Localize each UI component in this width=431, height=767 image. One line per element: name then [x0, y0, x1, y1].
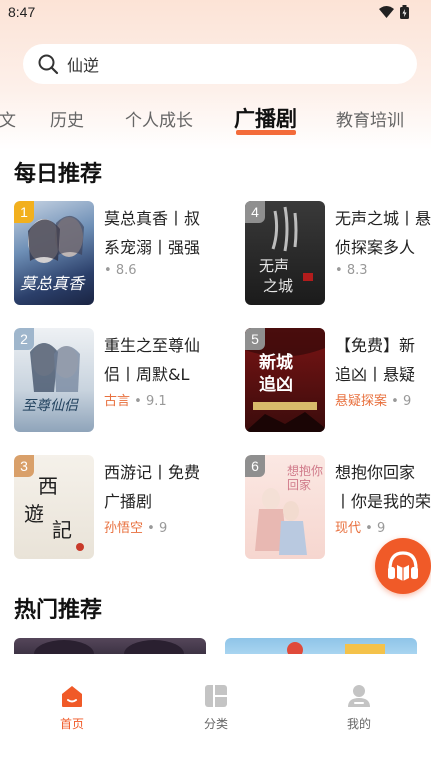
book-cover: 新城 追凶 5 [245, 328, 325, 432]
nav-home[interactable]: 首页 [42, 683, 102, 732]
rank-badge: 3 [14, 455, 34, 477]
hot-section-title: 热门推荐 [14, 598, 103, 623]
book-meta: • 8.6 [104, 263, 137, 278]
headphones-icon [388, 551, 418, 581]
book-rating: 9 [402, 394, 412, 409]
category-tabs: 文 历史 个人成长 广播剧 教育培训 [0, 100, 431, 140]
svg-text:莫总真香: 莫总真香 [20, 274, 86, 293]
svg-text:无声: 无声 [259, 257, 289, 275]
home-icon [62, 686, 82, 707]
book-cover: 至尊仙侣 2 [14, 328, 94, 432]
book-meta: 孙悟空 • 9 [104, 521, 168, 536]
battery-icon [400, 5, 409, 19]
book-tag: 现代 [335, 521, 362, 536]
book-card[interactable]: 至尊仙侣 2 重生之至尊仙 侣丨周默&L 古言 • 9.1 [14, 328, 224, 432]
svg-text:記: 記 [52, 518, 72, 542]
book-rating: 9 [158, 521, 168, 536]
svg-text:新城: 新城 [259, 352, 293, 373]
search-query: 仙逆 [67, 56, 100, 75]
svg-text:遊: 遊 [24, 502, 44, 526]
book-cover: 西 遊 記 3 [14, 455, 94, 559]
rank-badge: 1 [14, 201, 34, 223]
rank-badge: 6 [245, 455, 265, 477]
category-icon [205, 685, 227, 707]
nav-profile[interactable]: 我的 [329, 683, 389, 732]
book-title: 无声之城丨悬 侦探案多人 [335, 209, 431, 257]
tab-education[interactable]: 教育培训 [336, 106, 404, 131]
tab-radio-drama[interactable]: 广播剧 [234, 103, 297, 133]
book-card[interactable]: 莫总真香 1 莫总真香丨叔 系宠溺丨强强 • 8.6 [14, 201, 224, 305]
rank-badge: 4 [245, 201, 265, 223]
tab-wen[interactable]: 文 [0, 106, 16, 131]
nav-category[interactable]: 分类 [186, 683, 246, 732]
book-title: 想抱你回家 丨你是我的荣 [335, 463, 431, 511]
book-rating: 8.3 [346, 263, 368, 278]
rank-badge: 2 [14, 328, 34, 350]
tab-history[interactable]: 历史 [50, 106, 84, 131]
book-card[interactable]: 新城 追凶 5 【免费】新 追凶丨悬疑 悬疑探案 • 9 [245, 328, 431, 432]
search-input[interactable]: 仙逆 [23, 44, 417, 84]
svg-text:之城: 之城 [263, 277, 293, 295]
book-tag: 古言 [104, 394, 131, 409]
daily-section-title: 每日推荐 [14, 162, 103, 187]
status-icons [379, 5, 409, 19]
book-rating: 8.6 [115, 263, 137, 278]
cover-art [34, 640, 184, 654]
book-meta: 悬疑探案 • 9 [335, 394, 412, 409]
rank-badge: 5 [245, 328, 265, 350]
book-title: 莫总真香丨叔 系宠溺丨强强 [104, 209, 201, 257]
book-title: 【免费】新 追凶丨悬疑 [335, 336, 416, 384]
svg-text:西: 西 [38, 474, 58, 498]
book-tag: 孙悟空 [104, 521, 144, 536]
svg-text:追凶: 追凶 [259, 374, 293, 395]
active-tab-indicator [236, 130, 296, 135]
profile-icon [348, 685, 370, 707]
cover-art [287, 642, 385, 654]
search-icon [38, 54, 59, 75]
book-title: 西游记丨免费 广播剧 [104, 463, 201, 511]
book-cover: 无声 之城 4 [245, 201, 325, 305]
svg-text:回家: 回家 [287, 477, 311, 492]
status-time: 8:47 [8, 4, 36, 20]
tab-personal-growth[interactable]: 个人成长 [125, 106, 193, 131]
book-cover: 想抱你 回家 6 [245, 455, 325, 559]
book-cover: 莫总真香 1 [14, 201, 94, 305]
book-card[interactable]: 无声 之城 4 无声之城丨悬 侦探案多人 • 8.3 [245, 201, 431, 305]
svg-text:想抱你: 想抱你 [287, 463, 323, 478]
book-title: 重生之至尊仙 侣丨周默&L [104, 336, 201, 384]
book-meta: 古言 • 9.1 [104, 394, 167, 409]
audio-player-button[interactable] [375, 538, 431, 594]
book-card[interactable]: 西 遊 記 3 西游记丨免费 广播剧 孙悟空 • 9 [14, 455, 224, 559]
hot-book-card[interactable] [14, 638, 206, 654]
book-rating: 9.1 [145, 394, 167, 409]
svg-text:至尊仙侣: 至尊仙侣 [22, 398, 79, 414]
bottom-navigation: 首页 分类 我的 [0, 655, 431, 767]
status-bar: 8:47 [0, 0, 431, 26]
hot-book-card[interactable] [225, 638, 417, 654]
book-rating: 9 [376, 521, 386, 536]
book-meta: 现代 • 9 [335, 521, 386, 536]
book-tag: 悬疑探案 [335, 394, 388, 409]
wifi-icon [379, 6, 394, 18]
book-meta: • 8.3 [335, 263, 368, 278]
